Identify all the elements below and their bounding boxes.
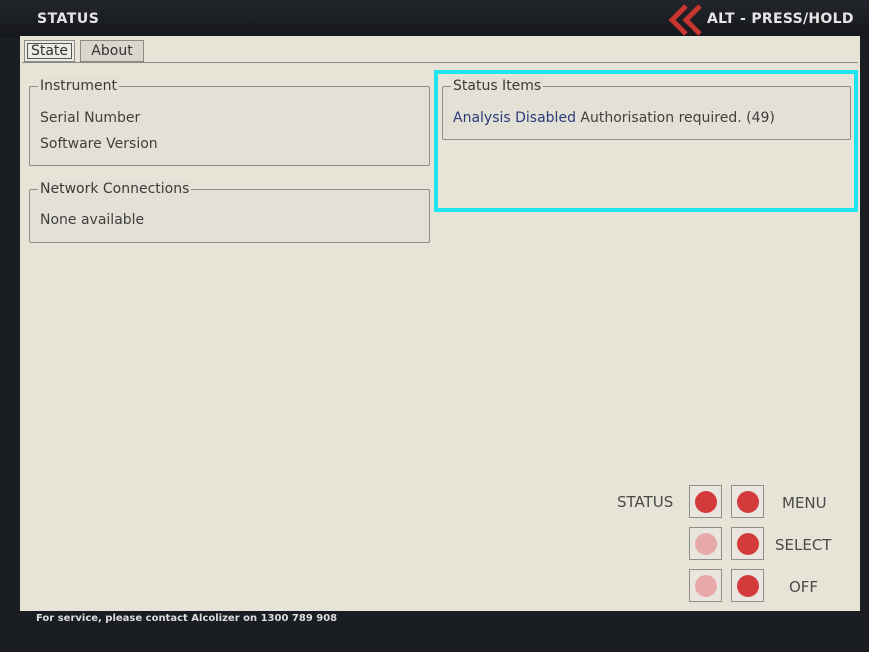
status-button-label: STATUS <box>617 493 674 511</box>
select-button-indicator <box>737 533 759 555</box>
select-button[interactable] <box>731 527 764 560</box>
network-connections-legend: Network Connections <box>38 180 192 198</box>
off-button[interactable] <box>731 569 764 602</box>
software-version-label: Software Version <box>40 136 158 152</box>
menu-button-indicator <box>737 491 759 513</box>
serial-number-label: Serial Number <box>40 110 141 126</box>
left-bottom-button-indicator <box>695 575 717 597</box>
alt-press-hold-hint: ALT - PRESS/HOLD <box>707 11 854 27</box>
tab-about[interactable]: About <box>80 40 144 62</box>
status-button[interactable] <box>689 485 722 518</box>
off-button-indicator <box>737 575 759 597</box>
off-button-label: OFF <box>789 578 819 596</box>
left-middle-button <box>689 527 722 560</box>
left-middle-button-indicator <box>695 533 717 555</box>
tab-divider <box>22 62 858 63</box>
page-title: STATUS <box>37 11 100 27</box>
service-contact-footer: For service, please contact Alcolizer on… <box>36 613 338 624</box>
instrument-legend: Instrument <box>38 77 120 95</box>
network-connections-value: None available <box>40 212 145 228</box>
double-chevron-left-icon <box>668 4 702 36</box>
status-items-highlight <box>434 70 858 212</box>
menu-button[interactable] <box>731 485 764 518</box>
tab-state[interactable]: State <box>24 40 75 62</box>
left-bottom-button <box>689 569 722 602</box>
menu-button-label: MENU <box>782 494 827 512</box>
status-button-indicator <box>695 491 717 513</box>
select-button-label: SELECT <box>775 536 832 554</box>
